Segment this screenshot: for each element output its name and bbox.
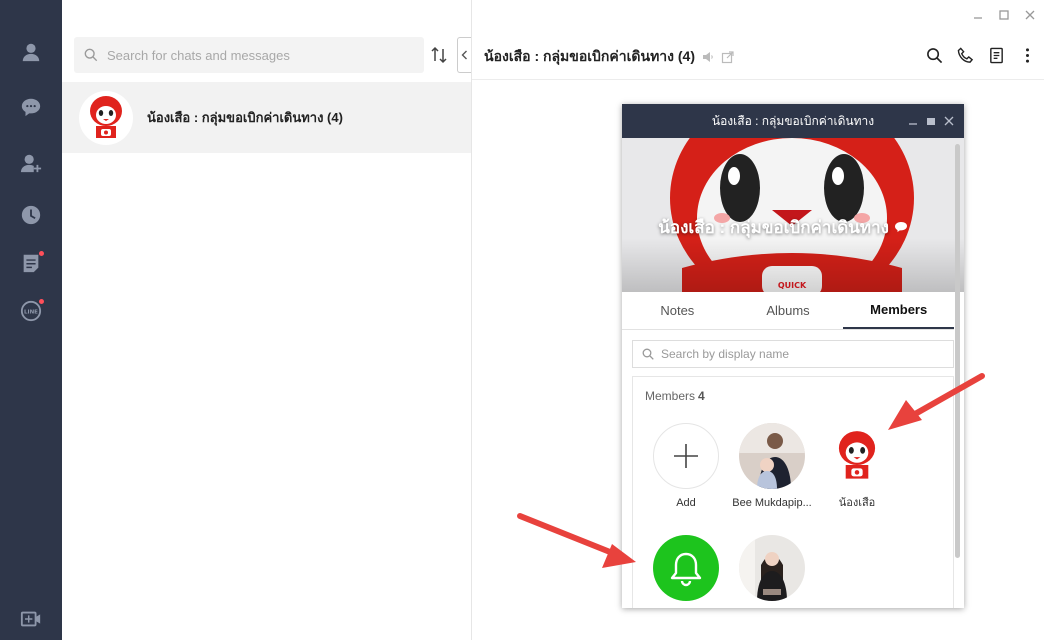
group-cover-image: QUICK น้องเสือ : กลุ่มขอเบิกค่าเดินทาง (622, 138, 964, 292)
avatar (739, 423, 805, 489)
chats-icon[interactable] (17, 93, 45, 121)
tiger-mascot-icon (90, 95, 122, 138)
close-icon[interactable] (944, 115, 954, 126)
notes-icon[interactable] (988, 47, 1005, 64)
member-name: Add (676, 497, 696, 509)
tab-members[interactable]: Members (843, 292, 955, 329)
add-friend-icon[interactable] (17, 149, 45, 177)
group-window-titlebar: น้องเสือ : กลุ่มขอเบิกค่าเดินทาง (622, 104, 964, 138)
notification-dot (39, 299, 44, 304)
tab-albums[interactable]: Albums (733, 292, 844, 329)
chat-room-title[interactable]: น้องเสือ : กลุ่มขอเบิกค่าเดินทาง (4) (484, 46, 695, 68)
member-name: น้องเสือ (838, 497, 876, 509)
bell-icon (653, 535, 719, 601)
tiger-mascot-icon (838, 431, 876, 479)
collapse-list-button[interactable] (457, 37, 471, 73)
members-list: Members 4 Add Bee Mukdapip... น้องเสือ (632, 376, 954, 608)
chat-name: น้องเสือ : กลุ่มขอเบิกค่าเดินทาง (4) (147, 110, 343, 125)
avatar (739, 535, 805, 601)
timeline-icon[interactable] (17, 201, 45, 229)
maximize-icon[interactable] (998, 8, 1010, 20)
chat-header: น้องเสือ : กลุ่มขอเบิกค่าเดินทาง (4) (472, 34, 1044, 80)
group-window-controls (908, 115, 954, 126)
member-item[interactable] (732, 535, 812, 608)
member-item[interactable]: Bee Mukdapip... (732, 423, 812, 509)
phone-icon[interactable] (957, 47, 974, 64)
group-window-title: น้องเสือ : กลุ่มขอเบิกค่าเดินทาง (711, 113, 875, 128)
left-rail: LINE (0, 0, 62, 640)
more-options-icon[interactable] (1019, 47, 1036, 64)
chat-search-input[interactable] (107, 47, 407, 63)
member-item[interactable]: น้องเสือ (817, 423, 897, 509)
member-search-input[interactable] (661, 347, 816, 361)
minimize-icon[interactable] (972, 8, 984, 20)
chat-list-item[interactable]: น้องเสือ : กลุ่มขอเบิกค่าเดินทาง (4) (62, 82, 471, 153)
minimize-icon[interactable] (908, 115, 918, 125)
members-count: Members 4 (645, 389, 705, 403)
sort-icon[interactable] (430, 46, 448, 64)
chevron-left-icon (461, 50, 467, 60)
window-controls (972, 8, 1036, 20)
search-icon (84, 48, 98, 62)
chat-bubble-icon[interactable] (894, 221, 908, 233)
friends-icon[interactable] (17, 38, 45, 66)
maximize-icon[interactable] (926, 115, 936, 125)
add-member-button[interactable]: Add (646, 423, 726, 509)
line-icon[interactable]: LINE (17, 297, 45, 325)
avatar (79, 90, 133, 145)
notes-icon[interactable] (17, 249, 45, 277)
member-item[interactable] (646, 535, 726, 608)
line-app: LINE Search for chats and messages น้องเ… (0, 0, 1044, 640)
chat-search-box[interactable] (74, 37, 424, 73)
mute-icon[interactable] (701, 50, 715, 64)
plus-icon (653, 423, 719, 489)
chat-room-panel: น้องเสือ : กลุ่มขอเบิกค่าเดินทาง (4) น้อ… (472, 0, 1044, 640)
avatar (824, 423, 890, 489)
person-photo-icon (739, 535, 805, 601)
close-icon[interactable] (1024, 8, 1036, 20)
chat-list-panel: น้องเสือ : กลุ่มขอเบิกค่าเดินทาง (4) (62, 0, 472, 640)
tab-notes[interactable]: Notes (622, 292, 733, 329)
member-search-box[interactable] (632, 340, 954, 368)
popup-scrollbar[interactable] (955, 144, 960, 558)
search-icon[interactable] (926, 47, 943, 64)
group-tabs: Notes Albums Members (622, 292, 955, 330)
group-cover-title: น้องเสือ : กลุ่มขอเบิกค่าเดินทาง (622, 214, 944, 241)
group-info-window: น้องเสือ : กลุ่มขอเบิกค่าเดินทาง QUICK น… (622, 104, 964, 608)
header-toolbar (926, 47, 1036, 64)
member-name: Bee Mukdapip... (732, 497, 812, 509)
search-icon (642, 348, 654, 360)
notification-dot (39, 251, 44, 256)
cover-badge: QUICK (778, 281, 807, 290)
popout-icon[interactable] (721, 50, 735, 64)
person-photo-icon (739, 423, 805, 489)
new-call-icon[interactable] (17, 605, 45, 633)
svg-text:LINE: LINE (24, 309, 38, 315)
